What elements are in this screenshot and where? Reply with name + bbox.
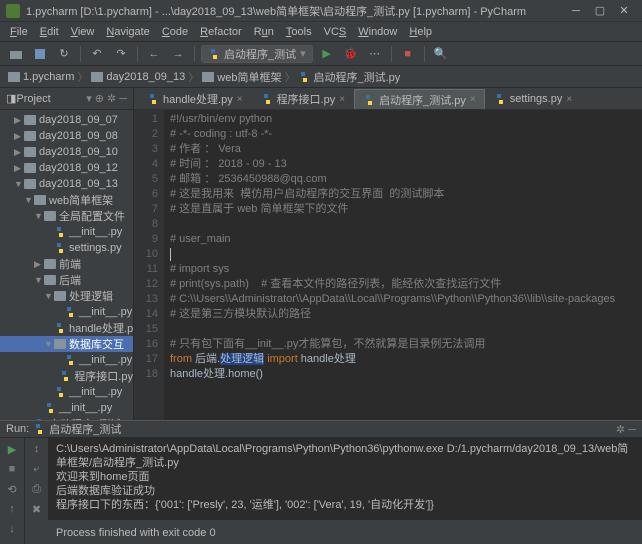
project-header[interactable]: Project xyxy=(16,93,86,105)
run-config-label: 启动程序_测试 xyxy=(224,46,296,62)
breadcrumb-item[interactable]: web简单框架 xyxy=(217,69,281,85)
hide-icon[interactable]: ─ xyxy=(119,93,127,105)
close-tab-icon[interactable]: × xyxy=(339,94,345,105)
tree-item[interactable]: ▶day2018_09_08 xyxy=(0,128,133,144)
folder-icon xyxy=(202,72,214,82)
editor-tab[interactable]: handle处理.py× xyxy=(138,89,252,109)
python-icon xyxy=(298,71,310,83)
menu-help[interactable]: Help xyxy=(403,26,438,38)
run-side-toolbar-2: ↕ ⤶ ⎙ ✖ xyxy=(24,438,48,544)
close-tab-icon[interactable]: × xyxy=(237,94,243,105)
gear-icon[interactable]: ✲ xyxy=(107,92,116,105)
filter-icon[interactable]: ↕ xyxy=(28,440,46,458)
toolbar: ↻ ↶ ↷ ← → 启动程序_测试 ▾ ▶ 🐞 ⋯ ■ 🔍 xyxy=(0,42,642,66)
close-tab-icon[interactable]: × xyxy=(566,94,572,105)
menu-refactor[interactable]: Refactor xyxy=(194,26,248,38)
debug-icon[interactable]: 🐞 xyxy=(341,44,361,64)
tree-item[interactable]: __init__.py xyxy=(0,304,133,320)
breadcrumb: 1.pycharm 〉 day2018_09_13 〉 web简单框架 〉 启动… xyxy=(0,66,642,88)
editor-tab[interactable]: 程序接口.py× xyxy=(252,89,355,109)
menu-code[interactable]: Code xyxy=(156,26,194,38)
breadcrumb-item[interactable]: 1.pycharm xyxy=(23,71,74,83)
run-config-selector[interactable]: 启动程序_测试 ▾ xyxy=(201,45,313,63)
refresh-icon[interactable]: ↻ xyxy=(54,44,74,64)
undo-icon[interactable]: ↶ xyxy=(87,44,107,64)
app-icon xyxy=(6,4,20,18)
restart-icon[interactable]: ⟲ xyxy=(3,480,21,498)
tree-item[interactable]: ▼数据库交互 xyxy=(0,336,133,352)
run-side-toolbar: ▶ ■ ⟲ ↑ ↓ xyxy=(0,438,24,544)
tree-item[interactable]: handle处理.py xyxy=(0,320,133,336)
stop-icon[interactable]: ■ xyxy=(3,460,21,478)
menu-tools[interactable]: Tools xyxy=(280,26,318,38)
tree-item[interactable]: __init__.py xyxy=(0,400,133,416)
back-icon[interactable]: ← xyxy=(144,44,164,64)
tree-item[interactable]: ▶day2018_09_12 xyxy=(0,160,133,176)
menu-vcs[interactable]: VCS xyxy=(318,26,353,38)
run-output[interactable]: C:\Users\Administrator\AppData\Local\Pro… xyxy=(48,438,642,544)
wrap-icon[interactable]: ⤶ xyxy=(28,460,46,478)
python-icon xyxy=(33,423,45,435)
close-tab-icon[interactable]: × xyxy=(470,94,476,105)
project-icon: ◨ xyxy=(6,92,16,105)
menu-bar: File Edit View Navigate Code Refactor Ru… xyxy=(0,22,642,42)
editor-tabs: handle处理.py×程序接口.py×启动程序_测试.py×settings.… xyxy=(134,88,642,110)
redo-icon[interactable]: ↷ xyxy=(111,44,131,64)
stop-icon[interactable]: ■ xyxy=(398,44,418,64)
editor-gutter: 123456789101112131415161718 xyxy=(134,110,164,420)
tree-item[interactable]: ▶day2018_09_10 xyxy=(0,144,133,160)
editor-body[interactable]: #!/usr/bin/env python# -*- coding : utf-… xyxy=(164,110,642,420)
project-sidebar: ◨ Project ▾ ⊕ ✲ ─ ▶day2018_09_07▶day2018… xyxy=(0,88,134,420)
menu-view[interactable]: View xyxy=(65,26,101,38)
title-bar: 1.pycharm [D:\1.pycharm] - ...\day2018_0… xyxy=(0,0,642,22)
tree-item[interactable]: ▼全局配置文件 xyxy=(0,208,133,224)
run-name[interactable]: 启动程序_测试 xyxy=(49,421,121,437)
menu-file[interactable]: File xyxy=(4,26,34,38)
folder-icon xyxy=(91,72,103,82)
close-button[interactable]: ✕ xyxy=(612,2,636,20)
rerun-icon[interactable]: ▶ xyxy=(3,440,21,458)
run-panel: Run: 启动程序_测试 ✲ ─ ▶ ■ ⟲ ↑ ↓ ↕ ⤶ ⎙ ✖ C:\Us… xyxy=(0,420,642,520)
tree-item[interactable]: ▼web简单框架 xyxy=(0,192,133,208)
tree-item[interactable]: 启动程序_测试.py xyxy=(0,416,133,420)
tree-item[interactable]: ▼day2018_09_13 xyxy=(0,176,133,192)
breadcrumb-item[interactable]: day2018_09_13 xyxy=(106,71,185,83)
down-icon[interactable]: ↓ xyxy=(3,520,21,538)
folder-icon xyxy=(8,72,20,82)
tree-item[interactable]: settings.py xyxy=(0,240,133,256)
collapse-icon[interactable]: ⊕ xyxy=(95,92,104,105)
maximize-button[interactable]: ▢ xyxy=(588,2,612,20)
menu-run[interactable]: Run xyxy=(248,26,280,38)
print-icon[interactable]: ⎙ xyxy=(28,480,46,498)
save-icon[interactable] xyxy=(30,44,50,64)
menu-edit[interactable]: Edit xyxy=(34,26,65,38)
menu-window[interactable]: Window xyxy=(352,26,403,38)
window-title: 1.pycharm [D:\1.pycharm] - ...\day2018_0… xyxy=(26,3,564,19)
editor-tab[interactable]: settings.py× xyxy=(485,89,581,109)
run-icon[interactable]: ▶ xyxy=(317,44,337,64)
tree-item[interactable]: ▼处理逻辑 xyxy=(0,288,133,304)
up-icon[interactable]: ↑ xyxy=(3,500,21,518)
run-label: Run: xyxy=(6,423,29,435)
open-icon[interactable] xyxy=(6,44,26,64)
forward-icon[interactable]: → xyxy=(168,44,188,64)
breadcrumb-item[interactable]: 启动程序_测试.py xyxy=(313,69,400,85)
run-dots-icon[interactable]: ⋯ xyxy=(365,44,385,64)
editor-tab[interactable]: 启动程序_测试.py× xyxy=(354,89,485,109)
minimize-button[interactable]: ─ xyxy=(564,2,588,20)
project-tree[interactable]: ▶day2018_09_07▶day2018_09_08▶day2018_09_… xyxy=(0,110,133,420)
tree-item[interactable]: ▼后端 xyxy=(0,272,133,288)
tree-item[interactable]: 程序接口.py xyxy=(0,368,133,384)
python-icon xyxy=(208,48,220,60)
gear-icon[interactable]: ✲ ─ xyxy=(616,423,636,436)
tree-item[interactable]: __init__.py xyxy=(0,384,133,400)
tree-item[interactable]: ▶前端 xyxy=(0,256,133,272)
tree-item[interactable]: __init__.py xyxy=(0,352,133,368)
search-icon[interactable]: 🔍 xyxy=(431,44,451,64)
tree-item[interactable]: ▶day2018_09_07 xyxy=(0,112,133,128)
trash-icon[interactable]: ✖ xyxy=(28,500,46,518)
menu-navigate[interactable]: Navigate xyxy=(100,26,155,38)
tree-item[interactable]: __init__.py xyxy=(0,224,133,240)
